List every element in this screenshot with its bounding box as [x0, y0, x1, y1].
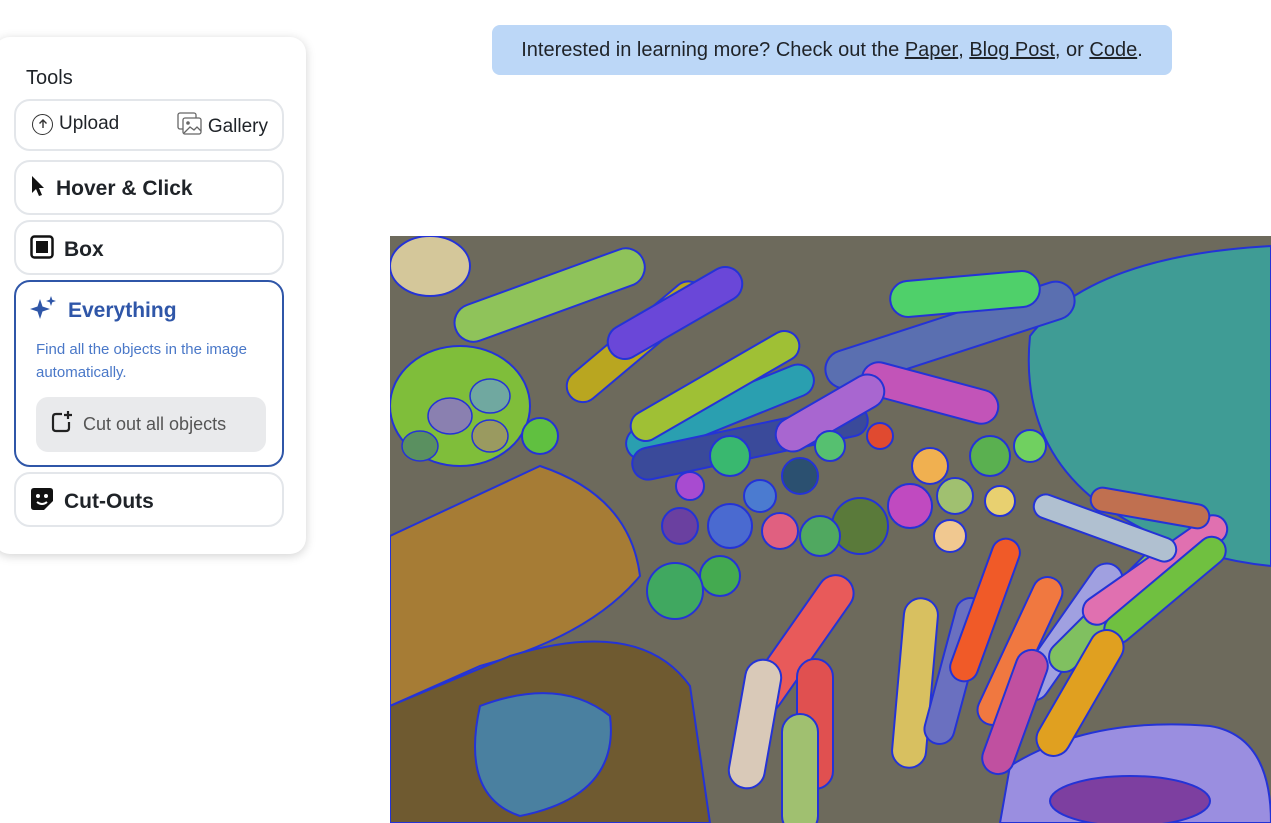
upload-gallery-row: Upload Gallery [14, 99, 284, 151]
gallery-label: Gallery [207, 116, 268, 137]
upload-button[interactable]: Upload [32, 113, 119, 135]
segmented-image [390, 236, 1271, 823]
cursor-icon [30, 175, 46, 203]
cutouts-label: Cut-Outs [64, 490, 154, 513]
banner-sep2: , or [1054, 38, 1090, 61]
cut-add-icon [50, 410, 74, 439]
segmentation-canvas[interactable] [390, 236, 1271, 823]
gallery-button[interactable]: Gallery [177, 112, 268, 142]
banner-suffix: . [1137, 38, 1143, 61]
blog-post-link[interactable]: Blog Post [969, 39, 1055, 62]
everything-tool[interactable]: Everything Find all the objects in the i… [14, 280, 284, 467]
everything-label: Everything [68, 299, 177, 322]
tools-title: Tools [26, 67, 73, 89]
upload-icon [32, 113, 53, 135]
banner-sep1: , [958, 38, 970, 61]
hover-click-tool[interactable]: Hover & Click [14, 160, 284, 215]
cutouts-tool[interactable]: Cut-Outs [14, 472, 284, 527]
cutouts-icon [30, 487, 54, 517]
code-link[interactable]: Code [1089, 39, 1137, 62]
box-tool[interactable]: Box [14, 220, 284, 275]
gallery-icon [177, 112, 203, 142]
cut-out-all-label: Cut out all objects [83, 414, 227, 434]
banner-prefix: Interested in learning more? Check out t… [521, 38, 905, 61]
hover-click-label: Hover & Click [56, 177, 193, 200]
paper-link[interactable]: Paper [905, 39, 958, 62]
everything-description: Find all the objects in the image automa… [36, 341, 247, 381]
sparkle-icon [30, 295, 58, 327]
box-icon [30, 235, 54, 265]
tools-panel: Tools Upload Gallery Hover & Click Box E… [0, 37, 306, 554]
box-label: Box [64, 238, 104, 261]
upload-label: Upload [59, 113, 120, 134]
cut-out-all-button[interactable]: Cut out all objects [36, 397, 266, 452]
info-banner: Interested in learning more? Check out t… [492, 25, 1172, 75]
